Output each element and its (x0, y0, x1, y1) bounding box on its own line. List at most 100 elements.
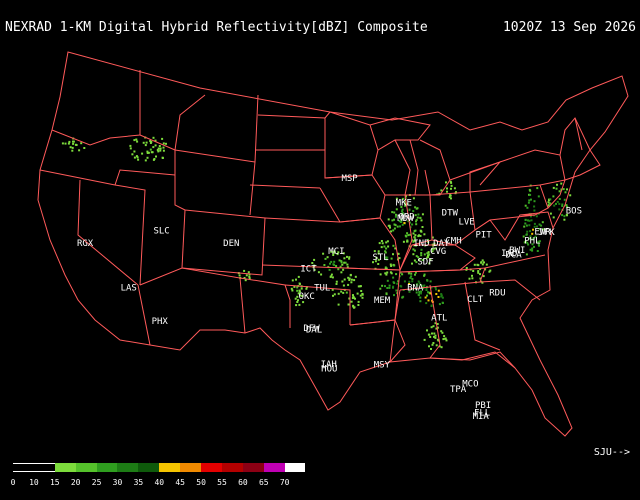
echo-pixel (434, 336, 437, 339)
echo-pixel (412, 232, 415, 235)
echo-pixel (414, 229, 417, 232)
echo-pixel (529, 248, 532, 251)
legend-tick-label: 60 (238, 478, 248, 487)
legend-swatch (54, 463, 76, 472)
ut-co-line (181, 209, 186, 269)
echo-pixel (438, 303, 441, 306)
echo-pixel (528, 199, 531, 202)
nm-tx-line (239, 277, 291, 328)
legend-color-bar (13, 463, 306, 472)
echo-pixel (400, 285, 403, 288)
echo-pixel (352, 304, 355, 307)
echo-pixel (526, 206, 529, 209)
echo-pixel (402, 240, 405, 243)
legend-tick-label: 20 (70, 478, 81, 487)
legend-tick-label: 25 (91, 478, 102, 487)
echo-pixel (341, 263, 344, 266)
echo-pixel (377, 263, 380, 265)
echo-pixel (389, 226, 391, 229)
echo-pixel (142, 141, 145, 144)
echo-pixel (419, 296, 422, 299)
echo-pixel (149, 148, 152, 151)
echo-pixel (373, 250, 376, 253)
site-label-mci: MCI (328, 247, 344, 257)
echo-pixel (135, 138, 138, 141)
echo-pixel (300, 287, 303, 290)
echo-pixel (564, 191, 567, 194)
echo-pixel (435, 344, 438, 347)
echo-pixel (541, 221, 544, 224)
echo-pixel (398, 257, 401, 260)
echo-pixel (527, 201, 530, 204)
echo-pixel (412, 197, 415, 200)
echo-pixel (341, 280, 344, 283)
ne-ks-line (264, 217, 341, 223)
echo-pixel (298, 283, 301, 285)
legend-tick-label: 55 (217, 478, 227, 487)
echo-pixel (359, 294, 362, 297)
site-label-slc: SLC (153, 227, 169, 237)
echo-pixel (528, 188, 531, 191)
echo-pixel (530, 198, 532, 201)
echo-pixel (361, 296, 364, 299)
echo-pixel (431, 343, 434, 346)
echo-pixel (433, 332, 436, 335)
echo-pixel (393, 227, 396, 230)
echo-pixel (525, 224, 528, 227)
echo-pixel (414, 234, 417, 237)
nd-sd-line (255, 114, 326, 151)
echo-pixel (378, 242, 381, 245)
site-label-tpa: TPA (450, 385, 467, 395)
echo-pixel (159, 149, 162, 152)
echo-pixel (427, 299, 430, 302)
echo-pixel (416, 207, 419, 210)
legend-tick-label: 15 (49, 478, 60, 487)
lake-michigan (409, 139, 419, 196)
echo-pixel (342, 291, 345, 294)
echo-pixel (477, 270, 480, 273)
echo-pixel (144, 159, 147, 162)
echo-pixel (152, 146, 155, 149)
echo-pixel (413, 249, 416, 252)
echo-pixel (393, 282, 396, 284)
echo-pixel (549, 198, 552, 201)
echo-pixel (423, 338, 426, 341)
echo-pixel (476, 263, 479, 266)
echo-pixel (426, 279, 429, 282)
echo-pixel (524, 222, 527, 225)
legend-tick-label: 35 (133, 478, 144, 487)
echo-pixel (432, 325, 435, 328)
echo-pixel (154, 144, 157, 147)
map-title: NEXRAD 1-KM Digital Hybrid Reflectivity[… (5, 20, 428, 35)
legend-swatch (180, 463, 202, 472)
echo-pixel (395, 208, 398, 211)
echo-pixel (158, 145, 161, 147)
echo-pixel (248, 275, 251, 278)
echo-pixel (328, 268, 331, 271)
echo-pixel (381, 284, 384, 287)
echo-pixel (558, 190, 561, 193)
echo-pixel (423, 233, 426, 236)
site-label-pit: PIT (475, 231, 492, 241)
legend-swatch (242, 463, 264, 472)
echo-pixel (530, 219, 533, 222)
echo-pixel (555, 202, 557, 205)
echo-pixel (333, 260, 336, 263)
site-label-las: LAS (121, 284, 137, 294)
echo-pixel (427, 333, 430, 336)
echo-pixel (291, 289, 294, 292)
echo-pixel (387, 218, 390, 221)
echo-pixel (345, 291, 348, 294)
echo-pixel (419, 300, 422, 303)
echo-pixel (349, 274, 352, 277)
echo-pixel (489, 269, 492, 272)
site-label-ind: IND (413, 239, 429, 249)
echo-pixel (69, 146, 72, 149)
echo-pixel (480, 261, 483, 264)
echo-pixel (525, 253, 528, 256)
echo-pixel (342, 268, 345, 271)
echo-pixel (429, 336, 432, 338)
echo-pixel (404, 234, 407, 237)
echo-pixel (396, 282, 399, 285)
echo-pixel (159, 147, 162, 150)
